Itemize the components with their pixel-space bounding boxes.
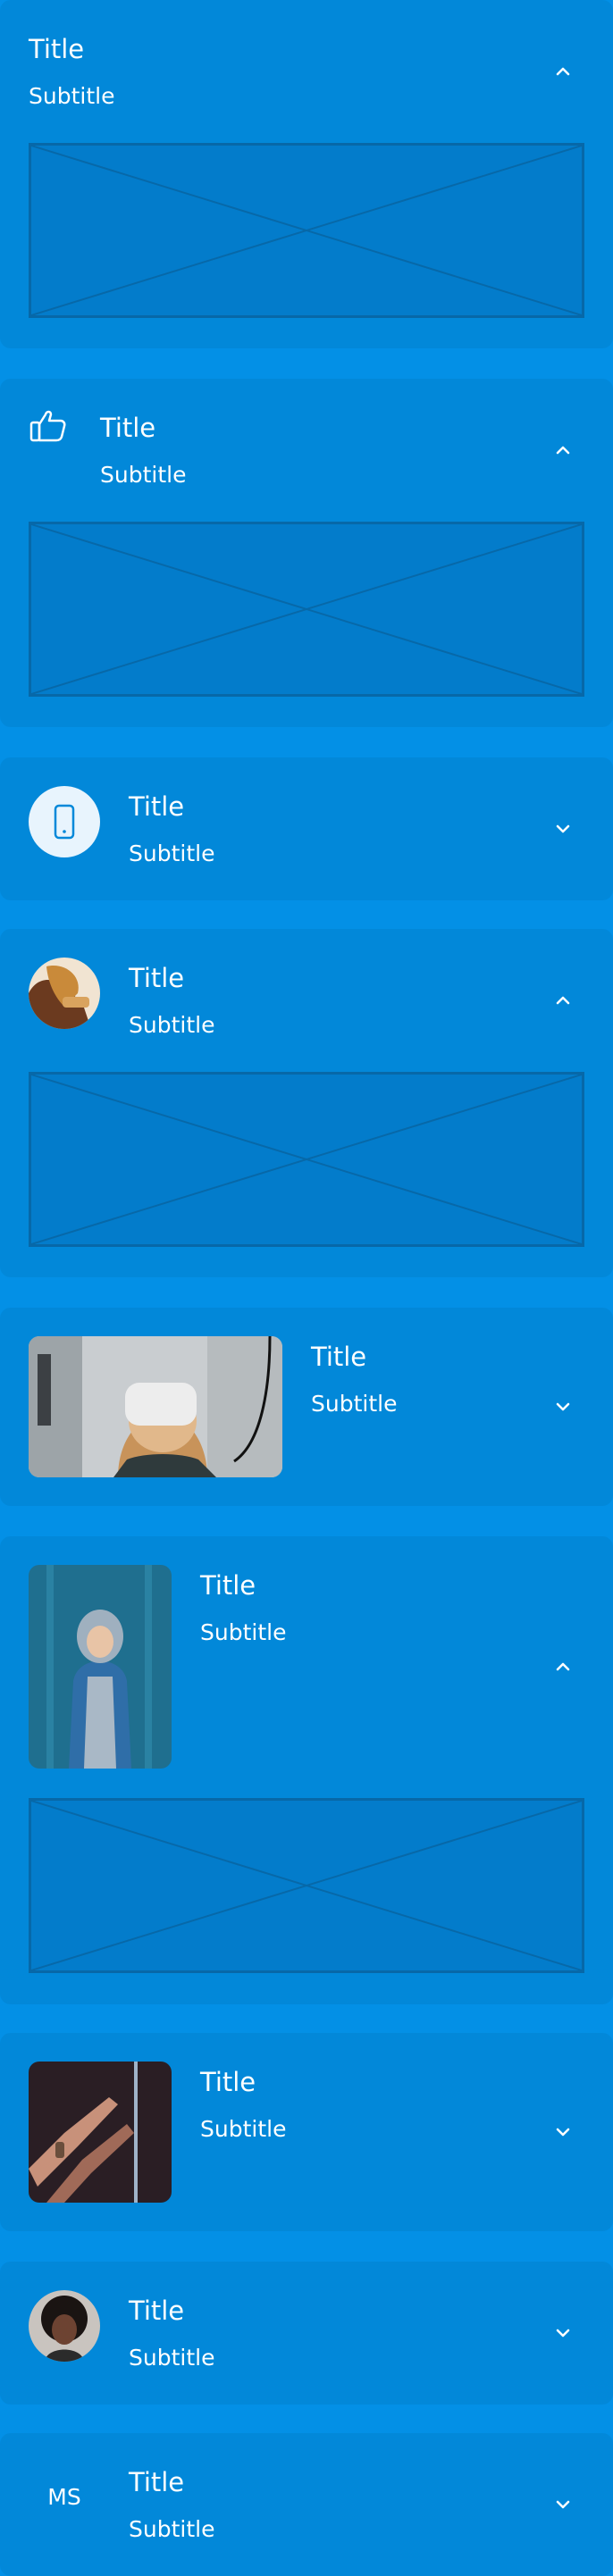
smartphone-icon-avatar [29,786,100,857]
avatar [29,2290,100,2362]
card-subtitle: Subtitle [200,2116,287,2142]
chevron-down-icon[interactable] [550,2120,575,2145]
card-title: Title [200,2067,256,2097]
chevron-up-icon[interactable] [550,59,575,84]
accordion-card[interactable]: MS Title Subtitle [0,2433,613,2576]
accordion-card[interactable]: Title Subtitle [0,929,613,1277]
card-subtitle: Subtitle [129,1012,215,1038]
avatar [29,958,100,1029]
accordion-card[interactable]: Title Subtitle [0,0,613,348]
accordion-card[interactable]: Title Subtitle [0,757,613,900]
accordion-card[interactable]: Title Subtitle [0,2033,613,2231]
card-title: Title [129,963,185,993]
content-placeholder [29,143,584,318]
content-placeholder [29,522,584,697]
card-subtitle: Subtitle [200,1619,287,1645]
card-subtitle: Subtitle [129,2345,215,2371]
accordion-card[interactable]: Title Subtitle [0,379,613,727]
card-title: Title [129,2467,185,2497]
content-placeholder [29,1072,584,1247]
person-hoodie-image [29,1565,172,1769]
thumbs-up-icon [29,406,68,445]
card-subtitle: Subtitle [100,462,187,488]
chevron-up-icon[interactable] [550,1654,575,1679]
accordion-card[interactable]: Title Subtitle [0,1536,613,2004]
chevron-down-icon[interactable] [550,2492,575,2517]
card-title: Title [311,1342,367,1372]
content-placeholder [29,1798,584,1973]
card-title: Title [129,2296,185,2326]
accordion-card[interactable]: Title Subtitle [0,2262,613,2405]
card-subtitle: Subtitle [311,1391,398,1417]
chevron-down-icon[interactable] [550,1394,575,1419]
card-subtitle: Subtitle [129,841,215,866]
card-subtitle: Subtitle [129,2516,215,2542]
chevron-up-icon[interactable] [550,438,575,463]
card-title: Title [29,34,85,64]
card-title: Title [100,413,156,443]
card-subtitle: Subtitle [29,83,115,109]
chevron-up-icon[interactable] [550,988,575,1013]
initials-avatar: MS [47,2484,81,2510]
card-title: Title [200,1570,256,1601]
card-title: Title [129,791,185,822]
vr-headset-image [29,1336,282,1477]
chevron-down-icon[interactable] [550,816,575,841]
hands-image [29,2062,172,2203]
chevron-down-icon[interactable] [550,2321,575,2346]
accordion-card[interactable]: Title Subtitle [0,1308,613,1506]
